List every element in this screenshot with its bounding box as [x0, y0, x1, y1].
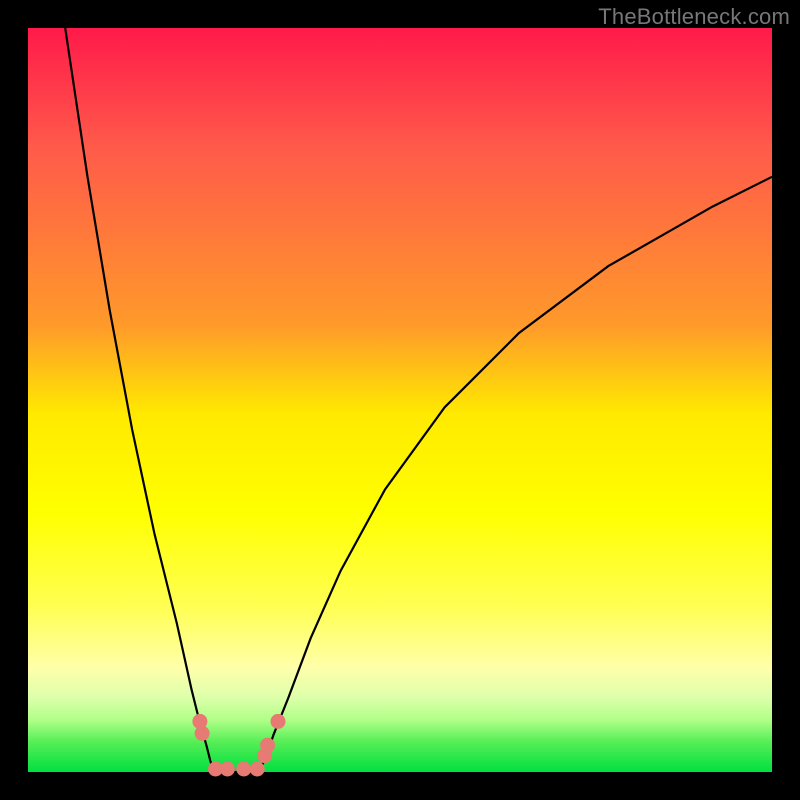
marker-dot — [236, 762, 251, 777]
curve-layer — [28, 28, 772, 772]
marker-dot — [195, 726, 210, 741]
bottleneck-curve — [65, 28, 772, 772]
marker-dot — [260, 738, 275, 753]
marker-dot — [250, 762, 265, 777]
marker-dot — [220, 762, 235, 777]
marker-dot — [271, 714, 286, 729]
watermark-text: TheBottleneck.com — [598, 4, 790, 30]
chart-frame: TheBottleneck.com — [0, 0, 800, 800]
